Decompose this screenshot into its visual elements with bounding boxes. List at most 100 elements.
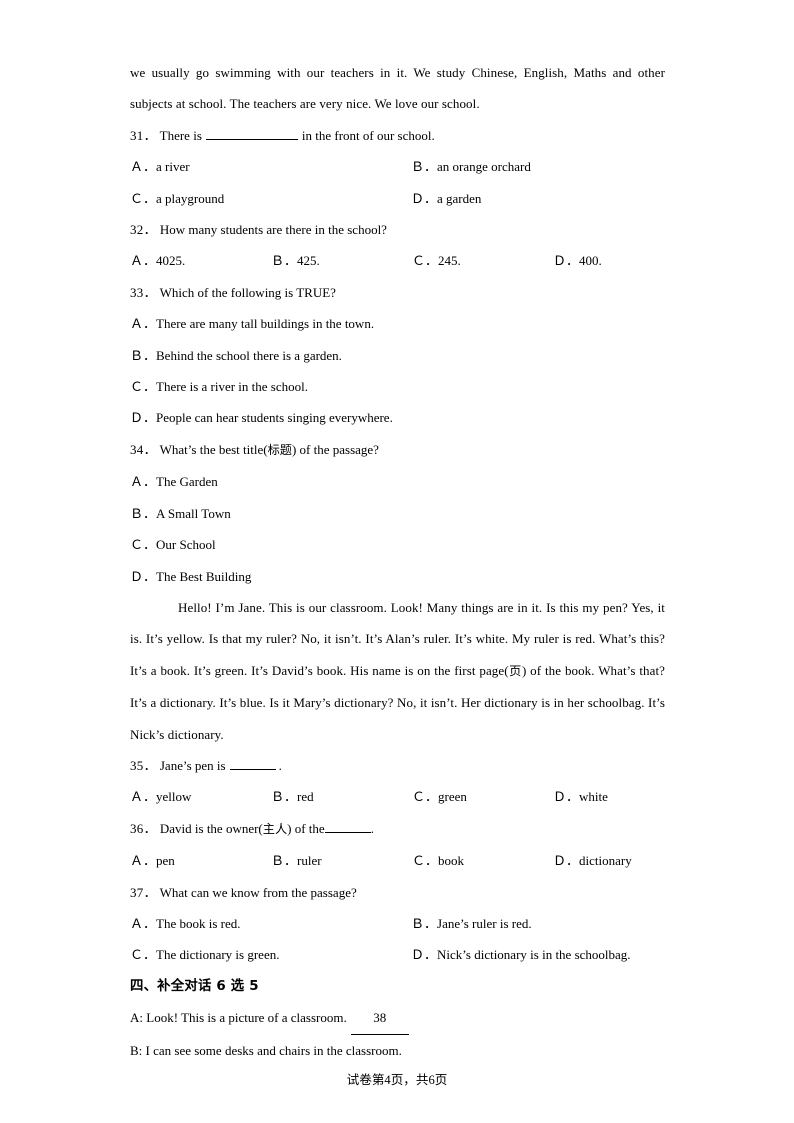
option-36-a[interactable]: Ａ．pen (130, 845, 271, 876)
question-number-33: 33 (130, 284, 144, 300)
option-mark-34-c: Ｃ． (130, 537, 157, 553)
option-37-a[interactable]: Ａ．The book is red. (130, 908, 411, 939)
option-text-35-b: red (297, 789, 314, 805)
option-33-d[interactable]: Ｄ．People can hear students singing every… (130, 402, 665, 433)
chinese-gloss-36: 主人 (262, 821, 288, 836)
answer-blank-31[interactable] (205, 126, 298, 140)
option-mark-31-c: Ｃ． (130, 190, 157, 206)
option-33-a[interactable]: Ａ．There are many tall buildings in the t… (130, 308, 665, 339)
option-31-c[interactable]: Ｃ．a playground (130, 183, 411, 214)
option-text-36-d: dictionary (579, 853, 632, 869)
option-36-d[interactable]: Ｄ．dictionary (553, 845, 694, 876)
question-separator-34: ． (143, 441, 157, 457)
option-text-33-b: Behind the school there is a garden. (156, 347, 342, 363)
option-text-35-c: green (438, 789, 467, 805)
option-33-c[interactable]: Ｃ．There is a river in the school. (130, 371, 665, 402)
answer-blank-38[interactable]: 38 (350, 1002, 409, 1035)
option-text-35-d: white (579, 789, 608, 805)
option-37-b[interactable]: Ｂ．Jane’s ruler is red. (411, 908, 692, 939)
question-stem-36: 36． David is the owner(主人) of the. (130, 813, 665, 845)
question-separator-31: ． (143, 127, 157, 143)
option-text-36-b: ruler (297, 853, 322, 869)
option-mark-31-d: Ｄ． (411, 190, 438, 206)
option-text-31-a: a river (156, 159, 190, 175)
option-34-a[interactable]: Ａ．The Garden (130, 466, 665, 497)
option-text-34-a: The Garden (156, 474, 218, 490)
question-stem-text-34a: What’s the best title( (159, 441, 268, 457)
option-mark-34-b: Ｂ． (130, 505, 157, 521)
section-heading-dialogue: 四、补全对话 6 选 5 (130, 978, 259, 994)
option-mark-35-c: Ｃ． (412, 789, 439, 805)
option-33-b[interactable]: Ｂ．Behind the school there is a garden. (130, 340, 665, 371)
option-35-c[interactable]: Ｃ．green (412, 781, 553, 812)
option-text-31-b: an orange orchard (437, 159, 531, 175)
option-32-b[interactable]: Ｂ．425. (271, 245, 412, 276)
footer-middle: 页，共 (390, 1072, 429, 1087)
option-text-36-c: book (438, 853, 465, 869)
question-stem-text-31b: in the front of our school. (301, 127, 435, 143)
option-mark-33-c: Ｃ． (130, 379, 157, 395)
exam-page: we usually go swimming with our teachers… (0, 0, 794, 1123)
option-35-d[interactable]: Ｄ．white (553, 781, 694, 812)
question-separator-33: ． (143, 284, 157, 300)
option-36-c[interactable]: Ｃ．book (412, 845, 553, 876)
options-row-36: Ａ．pen Ｂ．ruler Ｃ．book Ｄ．dictionary (130, 845, 665, 876)
option-mark-36-a: Ａ． (130, 853, 157, 869)
option-text-33-a: There are many tall buildings in the tow… (156, 316, 375, 332)
option-text-33-c: There is a river in the school. (156, 379, 308, 395)
option-text-32-d: 400. (579, 253, 602, 269)
dialogue-line-a: A: Look! This is a picture of a classroo… (130, 1002, 665, 1035)
options-row-37-ab: Ａ．The book is red. Ｂ．Jane’s ruler is red… (130, 908, 665, 939)
question-stem-32: 32． How many students are there in the s… (130, 214, 665, 245)
option-37-c[interactable]: Ｃ．The dictionary is green. (130, 939, 411, 970)
option-mark-31-b: Ｂ． (411, 159, 438, 175)
option-mark-31-a: Ａ． (130, 159, 157, 175)
option-mark-32-b: Ｂ． (271, 253, 298, 269)
question-stem-text-36b: ) of the (287, 820, 325, 836)
question-number-32: 32 (130, 222, 144, 238)
question-stem-text-33: Which of the following is TRUE? (159, 284, 336, 300)
option-text-37-c: The dictionary is green. (156, 947, 280, 963)
option-mark-35-a: Ａ． (130, 789, 157, 805)
option-mark-37-a: Ａ． (130, 915, 157, 931)
option-36-b[interactable]: Ｂ．ruler (271, 845, 412, 876)
question-stem-text-36c: . (370, 820, 374, 836)
option-text-34-b: A Small Town (156, 505, 231, 521)
options-row-33-b: Ｂ．Behind the school there is a garden. (130, 340, 665, 371)
option-34-d[interactable]: Ｄ．The Best Building (130, 561, 665, 592)
option-text-33-d: People can hear students singing everywh… (156, 410, 393, 426)
option-35-b[interactable]: Ｂ．red (271, 781, 412, 812)
answer-blank-35[interactable] (229, 756, 276, 770)
option-31-b[interactable]: Ｂ．an orange orchard (411, 151, 692, 182)
option-text-35-a: yellow (156, 789, 192, 805)
option-35-a[interactable]: Ａ．yellow (130, 781, 271, 812)
question-stem-text-36a: David is the owner( (159, 820, 263, 836)
option-31-a[interactable]: Ａ．a river (130, 151, 411, 182)
option-34-c[interactable]: Ｃ．Our School (130, 529, 665, 560)
option-31-d[interactable]: Ｄ．a garden (411, 183, 692, 214)
option-mark-33-d: Ｄ． (130, 410, 157, 426)
question-separator-32: ． (143, 222, 157, 238)
option-32-c[interactable]: Ｃ．245. (412, 245, 553, 276)
option-mark-36-d: Ｄ． (553, 853, 580, 869)
option-32-d[interactable]: Ｄ．400. (553, 245, 694, 276)
question-stem-35: 35． Jane’s pen is. (130, 750, 665, 781)
question-number-37: 37 (130, 884, 144, 900)
dialogue-line-b: B: I can see some desks and chairs in th… (130, 1035, 665, 1066)
option-mark-35-b: Ｂ． (271, 789, 298, 805)
option-mark-37-d: Ｄ． (411, 947, 438, 963)
option-32-a[interactable]: Ａ．4025. (130, 245, 271, 276)
question-separator-37: ． (143, 884, 157, 900)
options-row-37-cd: Ｃ．The dictionary is green. Ｄ．Nick’s dict… (130, 939, 665, 970)
answer-blank-36[interactable] (324, 819, 371, 833)
question-number-36: 36 (130, 820, 144, 836)
option-text-31-c: a playground (156, 190, 225, 206)
question-number-31: 31 (130, 127, 144, 143)
option-mark-33-b: Ｂ． (130, 347, 157, 363)
page-content: we usually go swimming with our teachers… (130, 57, 665, 1066)
option-mark-32-a: Ａ． (130, 253, 157, 269)
option-34-b[interactable]: Ｂ．A Small Town (130, 498, 665, 529)
question-number-35: 35 (130, 757, 144, 773)
question-stem-text-35a: Jane’s pen is (159, 757, 226, 773)
option-37-d[interactable]: Ｄ．Nick’s dictionary is in the schoolbag. (411, 939, 692, 970)
